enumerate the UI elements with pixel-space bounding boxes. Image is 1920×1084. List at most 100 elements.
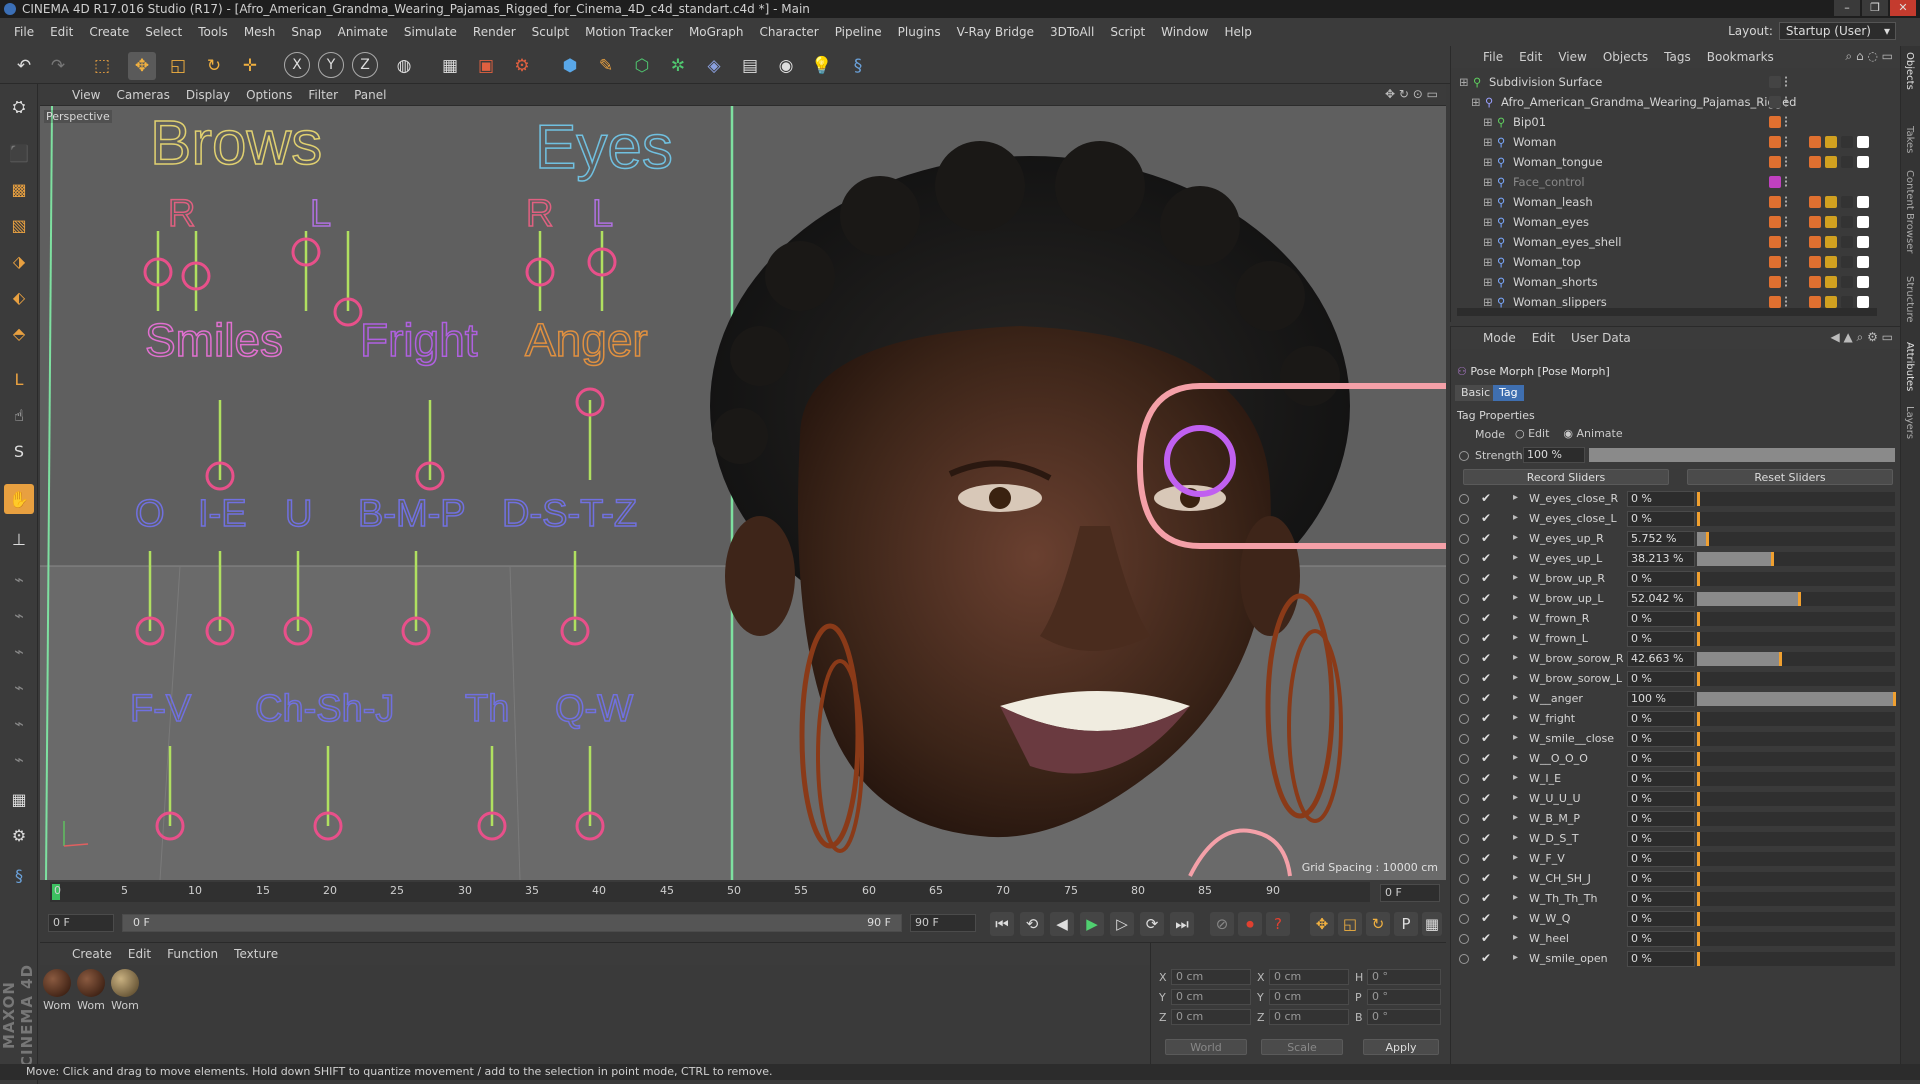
vp-menu-view[interactable]: View <box>64 88 108 102</box>
morph-slider-handle[interactable] <box>1697 752 1700 766</box>
layer-color-swatch[interactable] <box>1769 236 1781 248</box>
expand-arrow-icon[interactable]: ▸ <box>1513 572 1518 583</box>
side-tab-attributes[interactable]: Attributes <box>1904 342 1915 391</box>
model-mode-icon[interactable]: ⬛ <box>4 138 34 168</box>
morph-value-field[interactable]: 52.042 % <box>1627 591 1695 607</box>
light-icon[interactable]: 💡 <box>808 52 836 80</box>
layer-color-swatch[interactable] <box>1769 256 1781 268</box>
animate-toggle-icon[interactable] <box>1459 674 1469 684</box>
expand-arrow-icon[interactable]: ▸ <box>1513 532 1518 543</box>
layer-color-swatch[interactable] <box>1769 196 1781 208</box>
morph-slider-track[interactable] <box>1697 632 1895 646</box>
material-swatch[interactable]: Wom <box>42 969 72 1012</box>
position-y-field[interactable]: 0 cm <box>1171 989 1251 1005</box>
menu-tools[interactable]: Tools <box>190 25 236 39</box>
visibility-toggle[interactable] <box>1785 96 1791 108</box>
morph-slider-track[interactable] <box>1697 592 1895 606</box>
tag-icon[interactable] <box>1825 296 1837 308</box>
vp-menu-filter[interactable]: Filter <box>300 88 346 102</box>
sculpt-flatten-icon[interactable]: ⌁ <box>4 744 34 774</box>
object-name[interactable]: Woman_eyes_shell <box>1513 232 1621 252</box>
object-row[interactable]: ⊞ ⚲ Face_control <box>1451 172 1901 192</box>
animate-toggle-icon[interactable] <box>1459 834 1469 844</box>
morph-slider-track[interactable] <box>1697 932 1895 946</box>
morph-value-field[interactable]: 0 % <box>1627 751 1695 767</box>
menu-mesh[interactable]: Mesh <box>236 25 284 39</box>
camera-icon[interactable]: ◉ <box>772 52 800 80</box>
scale-x-field[interactable]: 0 cm <box>1269 969 1349 985</box>
tag-icon[interactable] <box>1857 236 1869 248</box>
menu-render[interactable]: Render <box>465 25 524 39</box>
previous-key-icon[interactable]: ⟲ <box>1020 912 1044 936</box>
go-to-end-icon[interactable]: ⏭ <box>1170 912 1194 936</box>
visibility-toggle[interactable] <box>1785 196 1791 208</box>
morph-slider-track[interactable] <box>1697 712 1895 726</box>
layer-color-swatch[interactable] <box>1769 216 1781 228</box>
visibility-toggle[interactable] <box>1785 256 1791 268</box>
play-icon[interactable]: ▶ <box>1080 912 1104 936</box>
expand-icon[interactable]: ⊞ <box>1483 172 1493 192</box>
morph-value-field[interactable]: 0 % <box>1627 951 1695 967</box>
morph-value-field[interactable]: 0 % <box>1627 911 1695 927</box>
enable-checkbox[interactable]: ✔ <box>1481 891 1491 905</box>
animate-toggle-icon[interactable] <box>1459 774 1469 784</box>
menu-sculpt[interactable]: Sculpt <box>524 25 577 39</box>
enable-checkbox[interactable]: ✔ <box>1481 651 1491 665</box>
texture-mode-icon[interactable]: ▩ <box>4 174 34 204</box>
morph-slider-handle[interactable] <box>1697 492 1700 506</box>
object-row[interactable]: ⊞ ⚲ Subdivision Surface <box>1451 72 1901 92</box>
object-name[interactable]: Woman_shorts <box>1513 272 1598 292</box>
key-scale-icon[interactable]: ◱ <box>1338 912 1362 936</box>
visibility-toggle[interactable] <box>1785 296 1791 308</box>
enable-checkbox[interactable]: ✔ <box>1481 611 1491 625</box>
autokey-icon[interactable]: ⏺ <box>1238 912 1262 936</box>
object-name[interactable]: Woman_eyes <box>1513 212 1589 232</box>
undo-icon[interactable]: ↶ <box>10 52 38 80</box>
menu-help[interactable]: Help <box>1216 25 1259 39</box>
expand-arrow-icon[interactable]: ▸ <box>1513 772 1518 783</box>
next-key-icon[interactable]: ⟳ <box>1140 912 1164 936</box>
minimize-button[interactable]: – <box>1834 0 1860 16</box>
make-editable-icon[interactable]: ⛭ <box>4 92 34 122</box>
scale-z-field[interactable]: 0 cm <box>1269 1009 1349 1025</box>
enable-checkbox[interactable]: ✔ <box>1481 691 1491 705</box>
tag-icon[interactable] <box>1825 236 1837 248</box>
deformer-icon[interactable]: ◈ <box>700 52 728 80</box>
tag-icon[interactable] <box>1841 136 1853 148</box>
tag-icon[interactable] <box>1809 236 1821 248</box>
object-row[interactable]: ⊞ ⚲ Woman <box>1451 132 1901 152</box>
record-active-icon[interactable]: ⊘ <box>1210 912 1234 936</box>
object-row[interactable]: ⊞ ⚲ Bip01 <box>1451 112 1901 132</box>
morph-value-field[interactable]: 0 % <box>1627 891 1695 907</box>
enable-checkbox[interactable]: ✔ <box>1481 511 1491 525</box>
expand-arrow-icon[interactable]: ▸ <box>1513 872 1518 883</box>
expand-arrow-icon[interactable]: ▸ <box>1513 792 1518 803</box>
menu-file[interactable]: File <box>6 25 42 39</box>
expand-arrow-icon[interactable]: ▸ <box>1513 492 1518 503</box>
layer-color-swatch[interactable] <box>1769 156 1781 168</box>
om-menu-view[interactable]: View <box>1550 50 1594 64</box>
animate-toggle-icon[interactable] <box>1459 874 1469 884</box>
morph-slider-track[interactable] <box>1697 872 1895 886</box>
world-dropdown[interactable]: World <box>1165 1039 1247 1055</box>
object-row[interactable]: ⊞ ⚲ Woman_top <box>1451 252 1901 272</box>
menu-script[interactable]: Script <box>1102 25 1153 39</box>
morph-value-field[interactable]: 100 % <box>1627 691 1695 707</box>
morph-slider-handle[interactable] <box>1706 532 1710 546</box>
planar-workplane-icon[interactable]: ⊥ <box>4 524 34 554</box>
morph-slider-handle[interactable] <box>1697 812 1700 826</box>
expand-arrow-icon[interactable]: ▸ <box>1513 692 1518 703</box>
scale-dropdown[interactable]: Scale <box>1261 1039 1343 1055</box>
previous-frame-icon[interactable]: ◀ <box>1050 912 1074 936</box>
visibility-toggle[interactable] <box>1785 76 1791 88</box>
material-swatch[interactable]: Wom <box>76 969 106 1012</box>
axis-mode-icon[interactable]: L <box>4 364 34 394</box>
animate-toggle-icon[interactable] <box>1459 954 1469 964</box>
expand-arrow-icon[interactable]: ▸ <box>1513 552 1518 563</box>
enable-checkbox[interactable]: ✔ <box>1481 811 1491 825</box>
morph-slider-handle[interactable] <box>1798 592 1802 606</box>
expand-arrow-icon[interactable]: ▸ <box>1513 592 1518 603</box>
layer-color-swatch[interactable] <box>1769 276 1781 288</box>
menu-plugins[interactable]: Plugins <box>890 25 949 39</box>
morph-slider-handle[interactable] <box>1697 672 1700 686</box>
